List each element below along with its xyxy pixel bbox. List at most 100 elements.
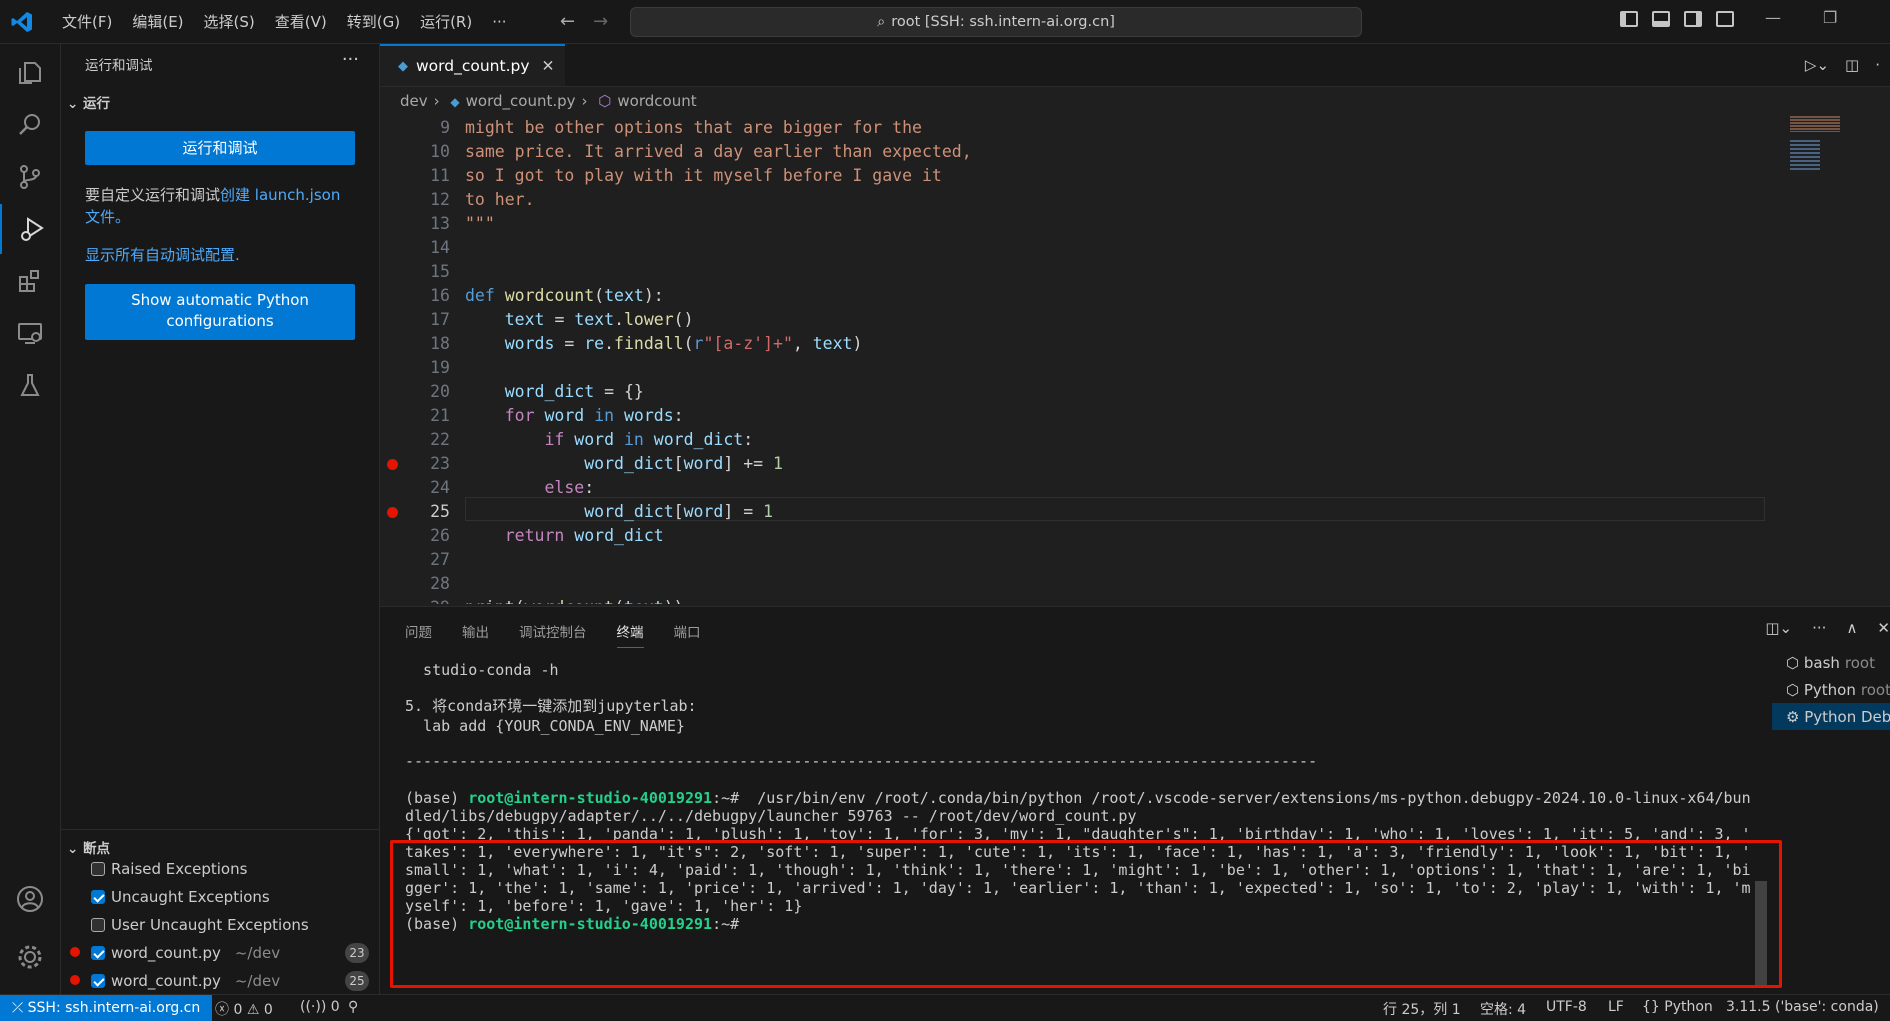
menu-selection[interactable]: 选择(S)	[194, 11, 265, 33]
breakpoint-raised-exceptions[interactable]: Raised Exceptions	[91, 856, 247, 882]
show-all-configs-link[interactable]: 显示所有自动调试配置.	[85, 244, 240, 265]
launch-json-hint-tail[interactable]: 文件。	[85, 208, 130, 226]
show-python-configs-button[interactable]: Show automatic Python configurations	[85, 284, 355, 340]
menu-run[interactable]: 运行(R)	[410, 11, 482, 33]
language-mode[interactable]: {} Python	[1642, 999, 1713, 1015]
minimap[interactable]	[1790, 116, 1850, 176]
launch-json-hint: 要自定义运行和调试创建 launch.json 文件。	[85, 184, 365, 228]
checkbox[interactable]	[91, 974, 105, 988]
line-number: 23	[430, 454, 450, 473]
maximize-panel-icon[interactable]: ∧	[1846, 619, 1857, 637]
sidebar-more-icon[interactable]: ···	[342, 49, 359, 70]
command-center[interactable]: ⌕ root [SSH: ssh.intern-ai.org.cn]	[630, 7, 1362, 37]
python-interpreter[interactable]: 3.11.5 ('base': conda)	[1726, 999, 1879, 1015]
breadcrumb-file[interactable]: word_count.py	[466, 92, 576, 110]
checkbox[interactable]	[91, 946, 105, 960]
remote-explorer-icon[interactable]	[0, 308, 60, 358]
breakpoints-section-header[interactable]: ⌄ 断点	[67, 837, 110, 857]
line-number: 26	[430, 526, 450, 545]
terminal-list-item-python[interactable]: ⬡ Python root	[1772, 676, 1890, 703]
error-count: 0	[233, 1002, 243, 1018]
close-panel-icon[interactable]: ✕	[1877, 619, 1890, 637]
testing-icon[interactable]	[0, 360, 60, 410]
menu-go[interactable]: 转到(G)	[337, 11, 410, 33]
toggle-panel-icon[interactable]	[1652, 11, 1670, 27]
end-of-line[interactable]: LF	[1608, 999, 1624, 1015]
code-editor[interactable]: 9 might be other options that are bigger …	[380, 116, 1790, 604]
terminal-line: lab add {YOUR_CONDA_ENV_NAME}	[405, 717, 685, 735]
breakpoint-user-uncaught-exceptions[interactable]: User Uncaught Exceptions	[91, 912, 309, 938]
breakpoint-uncaught-exceptions[interactable]: Uncaught Exceptions	[91, 884, 270, 910]
run-python-file-icon[interactable]: ▷⌄	[1805, 56, 1829, 74]
search-icon: ⌕	[877, 14, 886, 30]
split-terminal-icon[interactable]: ◫⌄	[1765, 619, 1792, 637]
accounts-icon[interactable]	[0, 874, 60, 924]
indentation[interactable]: 空格: 4	[1480, 999, 1526, 1019]
close-icon[interactable]: ✕	[542, 57, 555, 75]
line-number: 11	[430, 166, 450, 185]
settings-gear-icon[interactable]	[0, 932, 60, 982]
toggle-sidebar-icon[interactable]	[1620, 11, 1638, 27]
checkbox[interactable]	[91, 890, 105, 904]
code-line: print(wordcount(text))	[465, 596, 684, 604]
warning-count: 0	[263, 1002, 273, 1018]
create-launch-json-link[interactable]: 创建 launch.json	[220, 186, 340, 204]
more-actions-icon[interactable]: ···	[1812, 619, 1826, 637]
menu-view[interactable]: 查看(V)	[265, 11, 337, 33]
tab-problems[interactable]: 问题	[405, 621, 432, 648]
more-actions-icon[interactable]: ·	[1875, 56, 1880, 74]
checkbox[interactable]	[91, 918, 105, 932]
problems-status[interactable]: ⓧ 0 ⚠ 0	[215, 999, 273, 1019]
source-control-icon[interactable]	[0, 152, 60, 202]
customize-layout-icon[interactable]	[1716, 11, 1734, 27]
breadcrumb-symbol[interactable]: wordcount	[617, 92, 696, 110]
restore-icon[interactable]: ❐	[1823, 8, 1837, 27]
remote-indicator[interactable]: ⤫ SSH: ssh.intern-ai.org.cn	[0, 995, 213, 1021]
run-debug-icon[interactable]	[0, 204, 62, 254]
code-line: might be other options that are bigger f…	[465, 118, 922, 137]
breakpoints-section-label: 断点	[83, 841, 111, 857]
debug-status-icon[interactable]: ⚲	[348, 999, 358, 1015]
extensions-icon[interactable]	[0, 256, 60, 306]
warning-icon: ⚠	[246, 1002, 260, 1018]
breakpoint-dot-icon[interactable]	[387, 459, 398, 470]
terminal-list-item-bash[interactable]: ⬡ bash root	[1772, 649, 1890, 676]
explorer-icon[interactable]	[0, 48, 60, 98]
breadcrumb-folder[interactable]: dev	[400, 92, 428, 110]
breakpoint-line-23[interactable]: word_count.py ~/dev	[91, 940, 379, 966]
run-and-debug-button[interactable]: 运行和调试	[85, 131, 355, 165]
breakpoint-line-25[interactable]: word_count.py ~/dev	[91, 968, 379, 994]
run-section-header[interactable]: ⌄ 运行	[67, 92, 110, 112]
tab-label: word_count.py	[416, 57, 530, 75]
breakpoint-label: Raised Exceptions	[111, 860, 248, 878]
menu-file[interactable]: 文件(F)	[52, 11, 122, 33]
forward-arrow-icon[interactable]: →	[593, 11, 608, 32]
ports-status[interactable]: ((·)) 0	[300, 999, 340, 1015]
tab-debug-console[interactable]: 调试控制台	[519, 621, 587, 648]
tab-output[interactable]: 输出	[462, 621, 489, 648]
remote-label: SSH: ssh.intern-ai.org.cn	[27, 1000, 201, 1016]
encoding[interactable]: UTF-8	[1546, 999, 1587, 1015]
breakpoint-dot-icon[interactable]	[387, 507, 398, 518]
line-number: 17	[430, 310, 450, 329]
tab-word-count[interactable]: ◆ word_count.py ✕	[380, 44, 565, 86]
toggle-secondary-sidebar-icon[interactable]	[1684, 11, 1702, 27]
split-editor-icon[interactable]: ◫	[1845, 56, 1859, 74]
checkbox[interactable]	[91, 862, 105, 876]
command-center-label: root [SSH: ssh.intern-ai.org.cn]	[891, 14, 1115, 30]
cursor-position[interactable]: 行 25，列 1	[1383, 999, 1461, 1019]
tab-terminal[interactable]: 终端	[616, 621, 644, 648]
terminal-icon: ⬡	[1786, 680, 1804, 699]
search-view-icon[interactable]	[0, 100, 60, 150]
menu-edit[interactable]: 编辑(E)	[122, 11, 193, 33]
tab-ports[interactable]: 端口	[674, 621, 701, 648]
function-symbol-icon: ⬡	[598, 92, 612, 110]
code-line: word_dict[word] += 1	[584, 454, 783, 473]
minimize-icon[interactable]: —	[1765, 8, 1781, 27]
chevron-down-icon: ⌄	[67, 96, 79, 112]
terminal-list-item-python-debug[interactable]: ⚙ Python Deb	[1772, 703, 1890, 730]
menu-more[interactable]: ···	[482, 11, 516, 33]
breakpoint-dot-icon	[70, 947, 80, 957]
panel-tabs: 问题 输出 调试控制台 终端 端口	[405, 621, 701, 648]
back-arrow-icon[interactable]: ←	[560, 11, 575, 32]
